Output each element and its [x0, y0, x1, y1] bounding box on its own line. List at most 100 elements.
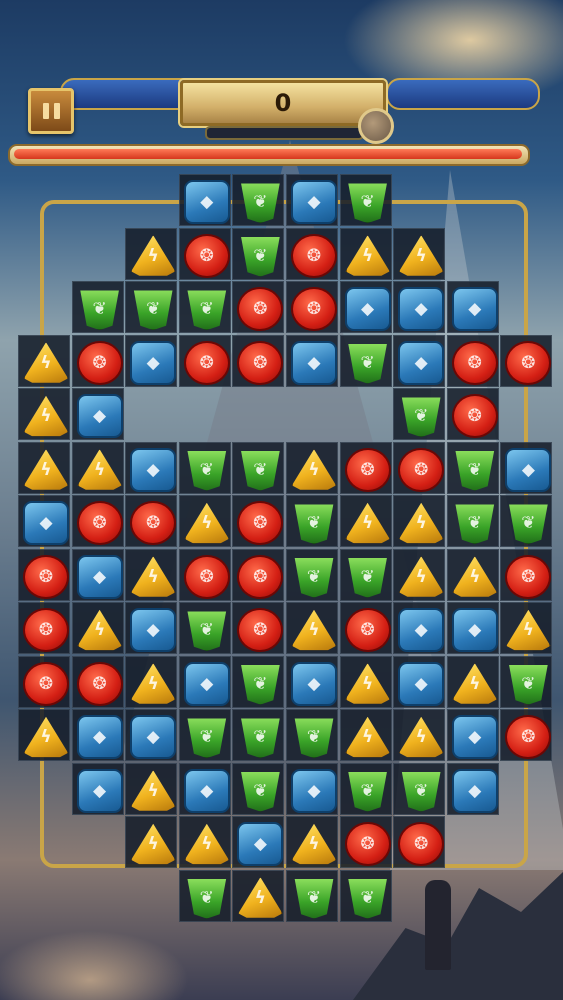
level-progress-bar [8, 144, 530, 166]
blue-gem[interactable]: ◆ [23, 501, 69, 545]
fire-icon: ❂ [360, 620, 375, 640]
fire-icon: ❂ [467, 406, 482, 426]
red-gem[interactable]: ❂ [344, 822, 391, 866]
lightning-icon: ϟ [93, 459, 106, 480]
red-gem[interactable]: ❂ [344, 447, 391, 492]
fire-icon: ❂ [521, 566, 536, 587]
lightning-icon: ϟ [254, 887, 266, 908]
fire-icon: ❂ [146, 513, 161, 533]
pause-button[interactable] [28, 88, 74, 134]
blue-gem[interactable]: ◆ [76, 768, 123, 813]
water-drop-icon: ◆ [200, 192, 214, 212]
blue-gem[interactable]: ◆ [398, 287, 445, 331]
fire-icon: ❂ [199, 245, 214, 266]
lightning-icon: ϟ [361, 727, 374, 747]
blue-gem[interactable]: ◆ [76, 715, 123, 759]
lightning-icon: ϟ [147, 673, 159, 694]
water-drop-icon: ◆ [93, 566, 107, 587]
lightning-icon: ϟ [308, 459, 320, 480]
water-drop-icon: ◆ [146, 727, 160, 747]
blue-gem[interactable]: ◆ [76, 394, 123, 438]
red-gem[interactable]: ❂ [398, 447, 445, 492]
lightning-icon: ϟ [522, 620, 534, 640]
leaf-icon: ❦ [360, 352, 375, 373]
red-gem[interactable]: ❂ [76, 661, 123, 706]
blue-gem[interactable]: ◆ [451, 287, 498, 331]
blue-gem[interactable]: ◆ [291, 768, 337, 813]
blue-gem[interactable]: ◆ [451, 715, 498, 759]
water-drop-icon: ◆ [414, 352, 428, 373]
blue-gem[interactable]: ◆ [183, 661, 230, 706]
red-gem[interactable]: ❂ [291, 287, 337, 331]
blue-gem[interactable]: ◆ [451, 768, 498, 813]
water-drop-icon: ◆ [361, 299, 375, 319]
red-gem[interactable]: ❂ [237, 554, 284, 599]
blue-gem[interactable]: ◆ [76, 554, 123, 599]
red-gem[interactable]: ❂ [76, 501, 123, 545]
blue-gem[interactable]: ◆ [130, 715, 177, 759]
red-gem[interactable]: ❂ [23, 608, 69, 652]
red-gem[interactable]: ❂ [505, 340, 552, 385]
blue-gem[interactable]: ◆ [344, 287, 391, 331]
lightning-icon: ϟ [147, 245, 159, 266]
red-gem[interactable]: ❂ [451, 394, 498, 438]
fire-icon: ❂ [199, 352, 214, 373]
red-gem[interactable]: ❂ [183, 340, 230, 385]
blue-gem[interactable]: ◆ [130, 447, 177, 492]
lightning-icon: ϟ [201, 834, 213, 854]
red-gem[interactable]: ❂ [23, 554, 69, 599]
leaf-icon: ❦ [199, 887, 214, 908]
leaf-icon: ❦ [306, 566, 322, 587]
fire-icon: ❂ [92, 513, 107, 533]
blue-gem[interactable]: ◆ [451, 608, 498, 652]
red-gem[interactable]: ❂ [451, 340, 498, 385]
blue-gem[interactable]: ◆ [130, 608, 177, 652]
red-gem[interactable]: ❂ [291, 233, 337, 278]
level-progress-fill [14, 149, 522, 159]
silhouette-figure [425, 880, 451, 970]
blue-gem[interactable]: ◆ [398, 340, 445, 385]
lightning-icon: ϟ [40, 406, 52, 426]
red-gem[interactable]: ❂ [398, 822, 445, 866]
blue-gem[interactable]: ◆ [183, 180, 230, 224]
water-drop-icon: ◆ [468, 299, 482, 319]
red-gem[interactable]: ❂ [130, 501, 177, 545]
leaf-icon: ❦ [467, 513, 482, 533]
red-gem[interactable]: ❂ [23, 661, 69, 706]
lightning-icon: ϟ [40, 352, 52, 373]
leaf-icon: ❦ [253, 673, 268, 694]
red-gem[interactable]: ❂ [76, 340, 123, 385]
blue-gem[interactable]: ◆ [291, 340, 337, 385]
leaf-icon: ❦ [360, 780, 375, 801]
lightning-icon: ϟ [147, 566, 159, 587]
lightning-icon: ϟ [415, 566, 427, 587]
pause-icon [42, 103, 60, 119]
leaf-icon: ❦ [199, 299, 214, 319]
fire-icon: ❂ [38, 566, 54, 587]
red-gem[interactable]: ❂ [237, 340, 284, 385]
fire-icon: ❂ [414, 459, 429, 480]
blue-gem[interactable]: ◆ [237, 822, 284, 866]
blue-gem[interactable]: ◆ [183, 768, 230, 813]
blue-gem[interactable]: ◆ [291, 661, 337, 706]
blue-gem[interactable]: ◆ [291, 180, 337, 224]
leaf-icon: ❦ [360, 887, 375, 908]
leaf-icon: ❦ [414, 406, 429, 426]
blue-gem[interactable]: ◆ [130, 340, 177, 385]
fire-icon: ❂ [38, 620, 54, 640]
score-panel: 0 [180, 80, 386, 126]
water-drop-icon: ◆ [307, 673, 321, 694]
red-gem[interactable]: ❂ [183, 554, 230, 599]
water-drop-icon: ◆ [253, 834, 267, 854]
leaf-icon: ❦ [521, 513, 536, 533]
leaf-icon: ❦ [92, 299, 107, 319]
red-gem[interactable]: ❂ [344, 608, 391, 652]
red-gem[interactable]: ❂ [505, 554, 552, 599]
blue-gem[interactable]: ◆ [398, 608, 445, 652]
red-gem[interactable]: ❂ [183, 233, 230, 278]
blue-gem[interactable]: ◆ [505, 447, 552, 492]
blue-gem[interactable]: ◆ [398, 661, 445, 706]
leaf-icon: ❦ [253, 192, 268, 212]
lightning-icon: ϟ [40, 459, 52, 480]
water-drop-icon: ◆ [414, 620, 428, 640]
